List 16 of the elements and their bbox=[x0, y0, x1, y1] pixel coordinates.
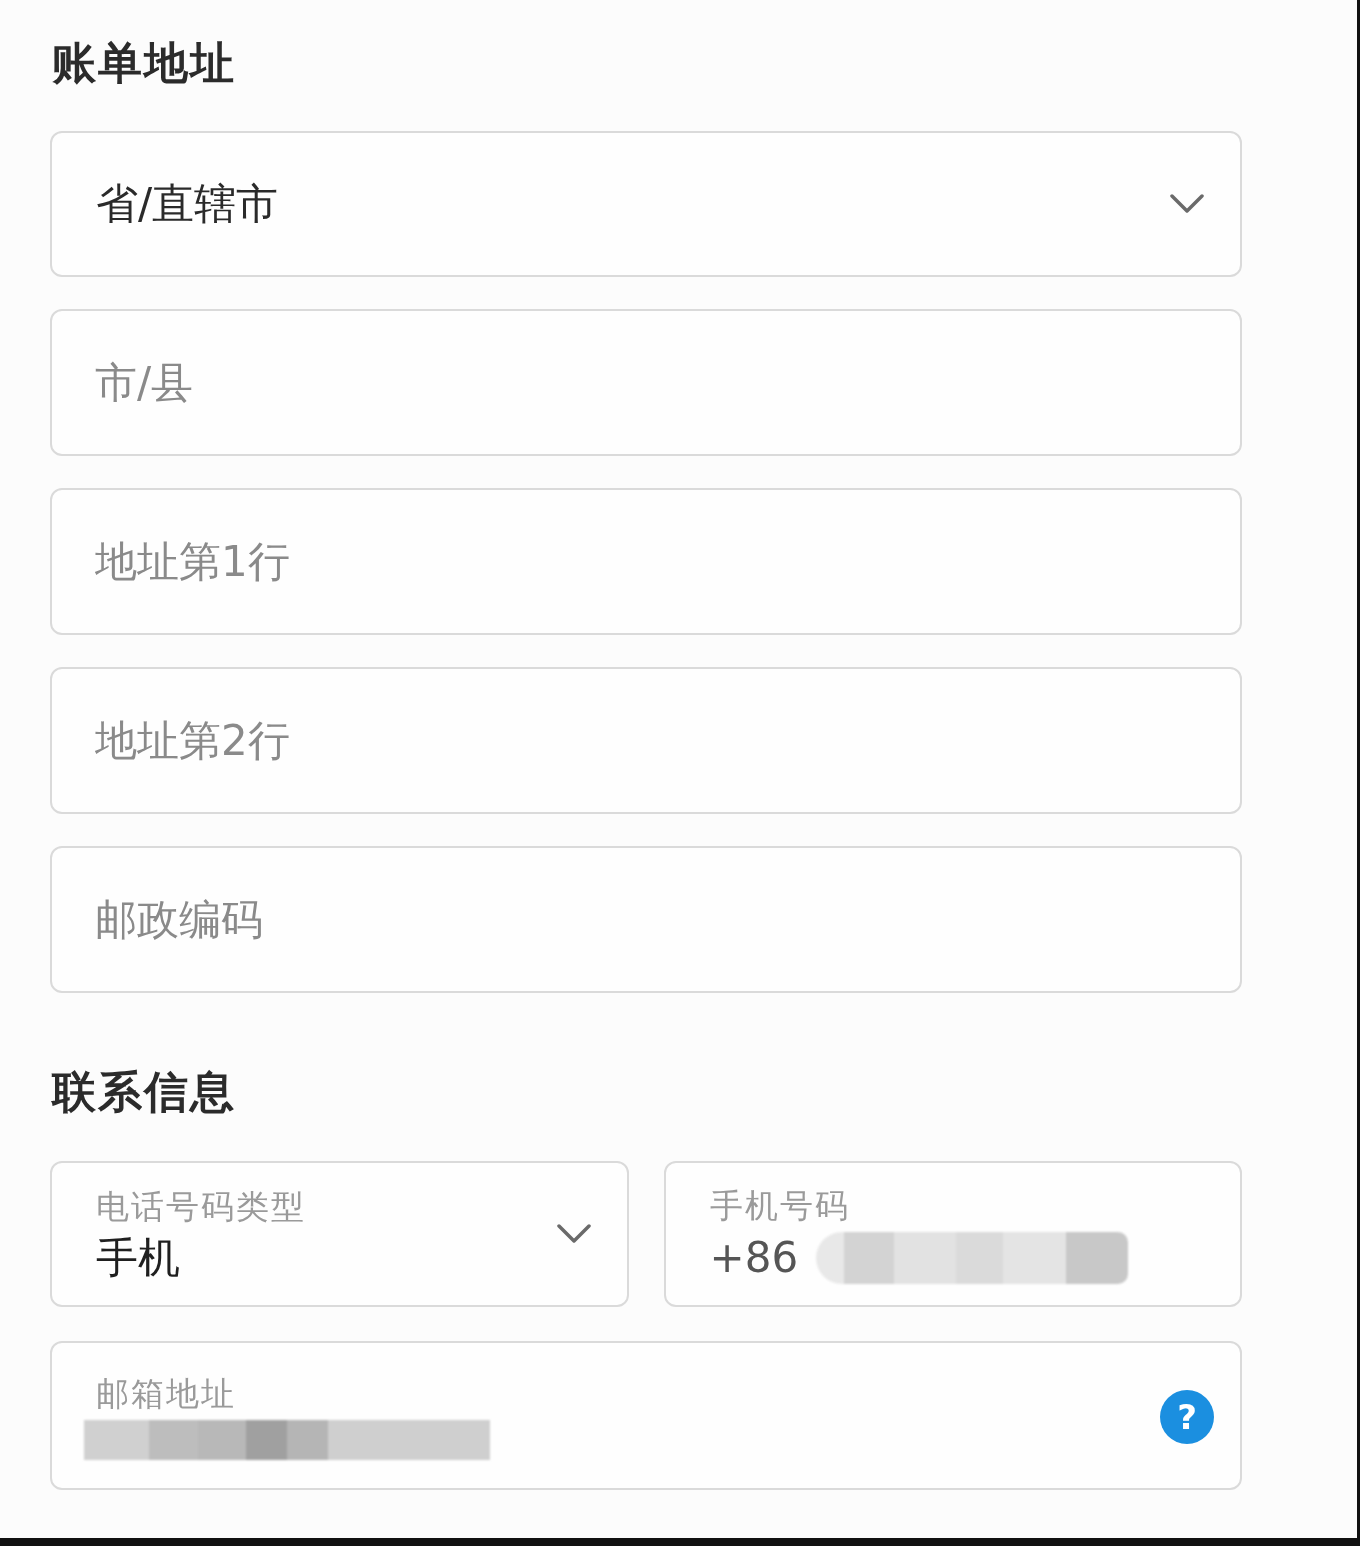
input-field[interactable]: 邮政编码 bbox=[50, 846, 1242, 993]
input-field[interactable]: 地址第1行 bbox=[50, 488, 1242, 635]
field-value: 手机 bbox=[96, 1233, 180, 1283]
input-field[interactable]: 市/县 bbox=[50, 309, 1242, 456]
dropdown-select[interactable]: 省/直辖市 bbox=[50, 131, 1242, 277]
input-field[interactable]: 地址第2行 bbox=[50, 667, 1242, 814]
chevron-down-icon bbox=[1170, 194, 1204, 214]
field-label: 邮箱地址 bbox=[96, 1373, 236, 1414]
dropdown-select[interactable]: 电话号码类型 手机 bbox=[50, 1161, 629, 1307]
field-label: 手机号码 bbox=[709, 1186, 850, 1226]
section-heading: 联系信息 bbox=[52, 1065, 236, 1119]
field-label: 电话号码类型 bbox=[96, 1187, 306, 1227]
country-code: +86 bbox=[709, 1233, 799, 1283]
input-field[interactable]: 手机号码 +86 bbox=[663, 1161, 1242, 1307]
section-heading: 账单地址 bbox=[52, 36, 236, 90]
chevron-down-icon bbox=[556, 1224, 591, 1244]
